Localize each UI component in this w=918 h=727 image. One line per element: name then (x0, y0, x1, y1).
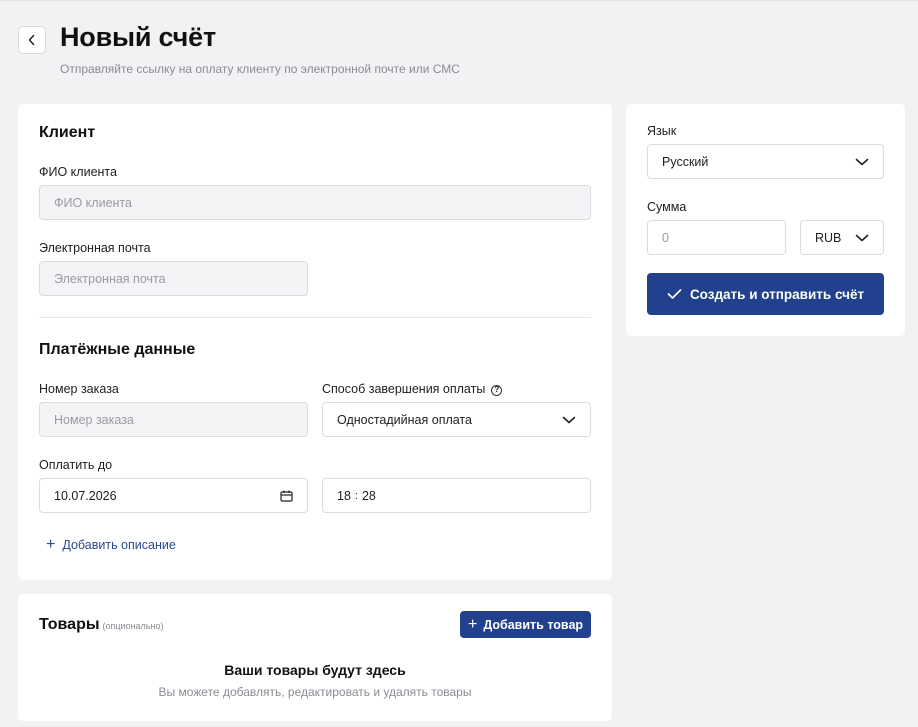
empty-goods-title: Ваши товары будут здесь (224, 662, 406, 678)
payment-method-label-text: Способ завершения оплаты (322, 382, 486, 396)
amount-label: Сумма (647, 200, 687, 214)
payment-method-select[interactable]: Одностадийная оплата (322, 402, 591, 437)
add-description-label: Добавить описание (62, 538, 176, 552)
pay-until-date-value: 10.07.2026 (54, 488, 117, 503)
plus-icon: + (46, 536, 56, 553)
plus-icon: + (467, 615, 478, 633)
currency-select[interactable]: RUB (800, 220, 884, 255)
language-value: Русский (662, 154, 709, 169)
goods-title-text: Товары (39, 616, 100, 633)
back-button[interactable] (18, 26, 46, 54)
add-product-button[interactable]: + Добавить товар (460, 611, 591, 638)
client-name-placeholder: ФИО клиента (54, 195, 132, 210)
client-section-title: Клиент (39, 124, 96, 141)
currency-value: RUB (815, 230, 842, 245)
top-divider (0, 0, 918, 1)
invoice-settings-card: Язык Русский Сумма 0 RUB Создать и отпра… (626, 104, 905, 336)
client-name-label: ФИО клиента (39, 165, 117, 179)
check-icon (667, 289, 682, 299)
order-number-placeholder: Номер заказа (54, 412, 134, 427)
page-subtitle: Отправляйте ссылку на оплату клиенту по … (60, 62, 460, 76)
amount-input[interactable]: 0 (647, 220, 786, 255)
time-hours: 18 (337, 488, 351, 503)
calendar-icon[interactable] (280, 490, 293, 502)
client-name-input[interactable]: ФИО клиента (39, 185, 591, 220)
payment-method-label: Способ завершения оплаты? (322, 382, 503, 396)
chevron-down-icon (562, 416, 576, 423)
language-label: Язык (647, 124, 677, 138)
amount-placeholder: 0 (662, 230, 669, 245)
email-placeholder: Электронная почта (54, 271, 166, 286)
question-circle-icon[interactable]: ? (491, 384, 503, 396)
time-separator: : (354, 489, 358, 502)
language-select[interactable]: Русский (647, 144, 884, 179)
email-input[interactable]: Электронная почта (39, 261, 308, 296)
payment-method-value: Одностадийная оплата (337, 412, 472, 427)
page-title: Новый счёт (60, 22, 216, 52)
pay-until-date-input[interactable]: 10.07.2026 (39, 478, 308, 513)
pay-until-label: Оплатить до (39, 458, 113, 472)
time-minutes: 28 (361, 488, 376, 503)
chevron-left-icon (28, 34, 35, 46)
pay-until-time-input[interactable]: 18 : 28 (322, 478, 591, 513)
goods-optional-note: (опционально) (102, 621, 164, 631)
chevron-down-icon (855, 234, 869, 241)
add-description-link[interactable]: + Добавить описание (46, 537, 176, 553)
client-payment-card: Клиент ФИО клиента ФИО клиента Электронн… (18, 104, 612, 580)
payment-section-title: Платёжные данные (39, 341, 196, 358)
section-divider (39, 317, 591, 318)
email-label: Электронная почта (39, 241, 151, 255)
goods-title: Товары (опционально) (39, 616, 163, 634)
order-number-input[interactable]: Номер заказа (39, 402, 308, 437)
order-number-label: Номер заказа (39, 382, 119, 396)
chevron-down-icon (855, 158, 869, 165)
goods-card: Товары (опционально) + Добавить товар Ваш… (18, 594, 612, 721)
create-and-send-invoice-button[interactable]: Создать и отправить счёт (647, 273, 884, 315)
empty-goods-subtitle: Вы можете добавлять, редактировать и уда… (158, 685, 472, 699)
submit-button-label: Создать и отправить счёт (689, 286, 865, 302)
add-product-label: Добавить товар (483, 617, 584, 632)
